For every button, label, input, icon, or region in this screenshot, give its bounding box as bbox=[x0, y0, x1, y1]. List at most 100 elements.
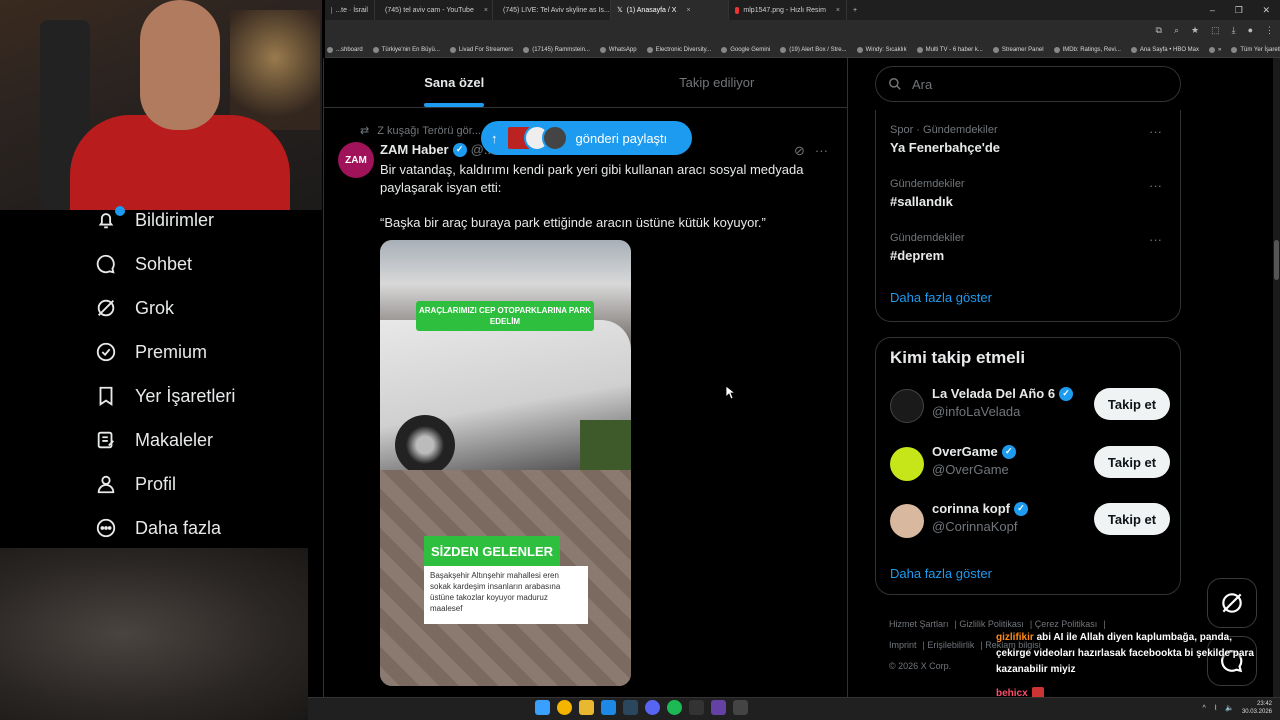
sidebar-item-grok[interactable]: Grok bbox=[95, 286, 325, 330]
zoom-icon[interactable]: ⌕ bbox=[1174, 25, 1179, 36]
more-options-icon[interactable]: ··· bbox=[815, 143, 828, 159]
spotify-icon[interactable] bbox=[667, 700, 682, 715]
bookmark-item[interactable]: Türkiye'nin En Büyü... bbox=[372, 46, 440, 53]
more-options-icon[interactable]: ··· bbox=[1149, 232, 1162, 247]
avatar[interactable]: ZAM bbox=[338, 142, 374, 178]
bookmark-item[interactable]: Streamer Panel bbox=[992, 46, 1044, 53]
address-bar[interactable] bbox=[325, 20, 1280, 42]
sidebar-item-profile[interactable]: Profil bbox=[95, 462, 325, 506]
bookmark-item[interactable]: WhatsApp bbox=[599, 46, 637, 53]
footer-link[interactable]: Gizlilik Politikası bbox=[959, 619, 1024, 629]
bookmark-item[interactable]: Tüm Yer İşaretleri bbox=[1231, 46, 1280, 53]
scrollbar-thumb[interactable] bbox=[1274, 240, 1279, 280]
bookmark-item[interactable]: Livad For Streamers bbox=[449, 46, 513, 53]
chevron-up-icon[interactable]: ^ bbox=[1203, 705, 1206, 712]
tweet-media-image[interactable]: ARAÇLARIMIZI CEP OTOPARKLARINA PARK EDEL… bbox=[380, 240, 631, 686]
avatar[interactable] bbox=[890, 504, 924, 538]
sidebar-item-chat[interactable]: Sohbet bbox=[95, 242, 325, 286]
more-options-icon[interactable]: ··· bbox=[1149, 178, 1162, 193]
volume-icon[interactable]: 🔈 bbox=[1225, 704, 1234, 712]
bookmark-item[interactable]: Ana Sayfa • HBO Max bbox=[1130, 46, 1199, 53]
browser-tab-strip: ...te · İsrail (745) tel aviv cam - YouT… bbox=[325, 0, 1280, 20]
app-icon[interactable] bbox=[601, 700, 616, 715]
bookmark-item[interactable]: Google Gemini bbox=[721, 46, 770, 53]
clock[interactable]: 23:42 30.03.2026 bbox=[1242, 700, 1272, 716]
follow-button[interactable]: Takip et bbox=[1094, 446, 1170, 478]
bookmark-item[interactable]: Electronic Diversity... bbox=[646, 46, 711, 53]
sidebar-item-articles[interactable]: Makaleler bbox=[95, 418, 325, 462]
account-name[interactable]: OverGame ✓ bbox=[932, 444, 1016, 459]
bookmark-item[interactable]: Windy: Sıcaklık bbox=[856, 46, 907, 53]
close-window-icon[interactable]: ✕ bbox=[1263, 5, 1271, 16]
footer-link[interactable]: Erişilebilirlik bbox=[927, 640, 974, 650]
sidebar-item-notifications[interactable]: Bildirimler bbox=[95, 198, 325, 242]
sidebar-item-more[interactable]: Daha fazla bbox=[95, 506, 325, 550]
maximize-icon[interactable]: ❐ bbox=[1235, 5, 1243, 16]
close-icon[interactable]: × bbox=[836, 7, 840, 14]
app-icon[interactable] bbox=[711, 700, 726, 715]
folder-icon[interactable] bbox=[579, 700, 594, 715]
new-posts-pill[interactable]: ↑ gönderi paylaştı bbox=[481, 121, 692, 155]
search-input[interactable]: Ara bbox=[875, 66, 1181, 102]
more-options-icon[interactable]: ··· bbox=[1149, 124, 1162, 139]
trend-item[interactable]: Gündemdekiler #deprem ··· bbox=[890, 232, 1170, 263]
profile-icon[interactable]: ● bbox=[1248, 25, 1253, 36]
account-name[interactable]: La Velada Del Año 6 ✓ bbox=[932, 386, 1074, 401]
browser-tab[interactable]: mlp1547.png - Hızlı Resim × bbox=[729, 0, 847, 20]
discord-icon[interactable] bbox=[645, 700, 660, 715]
close-icon[interactable]: × bbox=[484, 7, 488, 14]
extensions-icon[interactable]: ⬚ bbox=[1211, 25, 1220, 36]
tab-following[interactable]: Takip ediliyor bbox=[586, 58, 849, 107]
browser-tab[interactable]: (745) tel aviv cam - YouTube × bbox=[375, 0, 493, 20]
account-name[interactable]: corinna kopf ✓ bbox=[932, 501, 1029, 516]
media-tag-text: SİZDEN GELENLER bbox=[424, 536, 560, 566]
bookmark-item[interactable]: (17145) Rammstein... bbox=[523, 46, 590, 53]
author-name[interactable]: ZAM Haber bbox=[380, 142, 449, 157]
bookmark-label: (17145) Rammstein... bbox=[532, 46, 590, 53]
browser-tab-active[interactable]: 𝕏 (1) Anasayfa / X × bbox=[611, 0, 729, 20]
footer-link[interactable]: Çerez Politikası bbox=[1035, 619, 1098, 629]
show-more-link[interactable]: Daha fazla göster bbox=[890, 290, 1170, 305]
follow-suggestion[interactable]: OverGame ✓ @OverGame Takip et bbox=[890, 444, 1170, 488]
epic-games-icon[interactable] bbox=[689, 700, 704, 715]
grok-icon[interactable]: ⊘ bbox=[794, 143, 805, 159]
tab-for-you[interactable]: Sana özel bbox=[323, 58, 586, 107]
steam-icon[interactable] bbox=[623, 700, 638, 715]
install-icon[interactable]: ⧉ bbox=[1156, 25, 1162, 36]
browser-tab[interactable]: ...te · İsrail bbox=[325, 0, 375, 20]
bookmark-item[interactable]: ...shboard bbox=[327, 46, 363, 53]
follow-suggestion[interactable]: La Velada Del Año 6 ✓ @infoLaVelada Takip… bbox=[890, 386, 1170, 430]
app-icon[interactable] bbox=[733, 700, 748, 715]
start-icon[interactable] bbox=[535, 700, 550, 715]
follow-button[interactable]: Takip et bbox=[1094, 503, 1170, 535]
show-more-link[interactable]: Daha fazla göster bbox=[890, 566, 1170, 586]
sidebar-item-premium[interactable]: Premium bbox=[95, 330, 325, 374]
browser-tab[interactable]: (745) LIVE: Tel Aviv skyline as Is...× bbox=[493, 0, 611, 20]
download-icon[interactable]: ⤓ bbox=[1232, 25, 1236, 36]
star-icon[interactable]: ★ bbox=[1191, 25, 1199, 36]
tweet-author[interactable]: ZAM Haber ✓ @... bbox=[380, 142, 495, 157]
trend-item[interactable]: Gündemdekiler #sallandık ··· bbox=[890, 178, 1170, 209]
grok-floating-button[interactable] bbox=[1207, 578, 1257, 628]
bookmark-item[interactable]: » bbox=[1209, 46, 1221, 53]
chrome-icon[interactable] bbox=[557, 700, 572, 715]
sidebar-item-bookmarks[interactable]: Yer İşaretleri bbox=[95, 374, 325, 418]
footer-link[interactable]: Imprint bbox=[889, 640, 917, 650]
bookmark-item[interactable]: (19) Alert Box / Stre... bbox=[780, 46, 847, 53]
footer-link[interactable]: Hizmet Şartları bbox=[889, 619, 949, 629]
network-icon[interactable]: ⌇ bbox=[1214, 704, 1217, 712]
trend-name: #deprem bbox=[890, 248, 945, 263]
minimize-icon[interactable]: – bbox=[1210, 5, 1215, 15]
avatar[interactable] bbox=[890, 389, 924, 423]
menu-icon[interactable]: ⋮ bbox=[1265, 25, 1274, 36]
bookmark-item[interactable]: IMDb: Ratings, Revi... bbox=[1053, 46, 1121, 53]
author-handle[interactable]: @... bbox=[471, 142, 495, 157]
follow-button[interactable]: Takip et bbox=[1094, 388, 1170, 420]
follow-suggestion[interactable]: corinna kopf ✓ @CorinnaKopf Takip et bbox=[890, 501, 1170, 545]
close-icon[interactable]: × bbox=[686, 7, 690, 14]
trend-item[interactable]: Spor · Gündemdekiler Ya Fenerbahçe'de ··… bbox=[890, 124, 1170, 155]
avatar[interactable] bbox=[890, 447, 924, 481]
scrollbar[interactable] bbox=[1273, 58, 1280, 698]
bookmark-item[interactable]: Multi TV - 6 haber k... bbox=[916, 46, 983, 53]
new-tab-button[interactable]: + bbox=[847, 0, 863, 20]
